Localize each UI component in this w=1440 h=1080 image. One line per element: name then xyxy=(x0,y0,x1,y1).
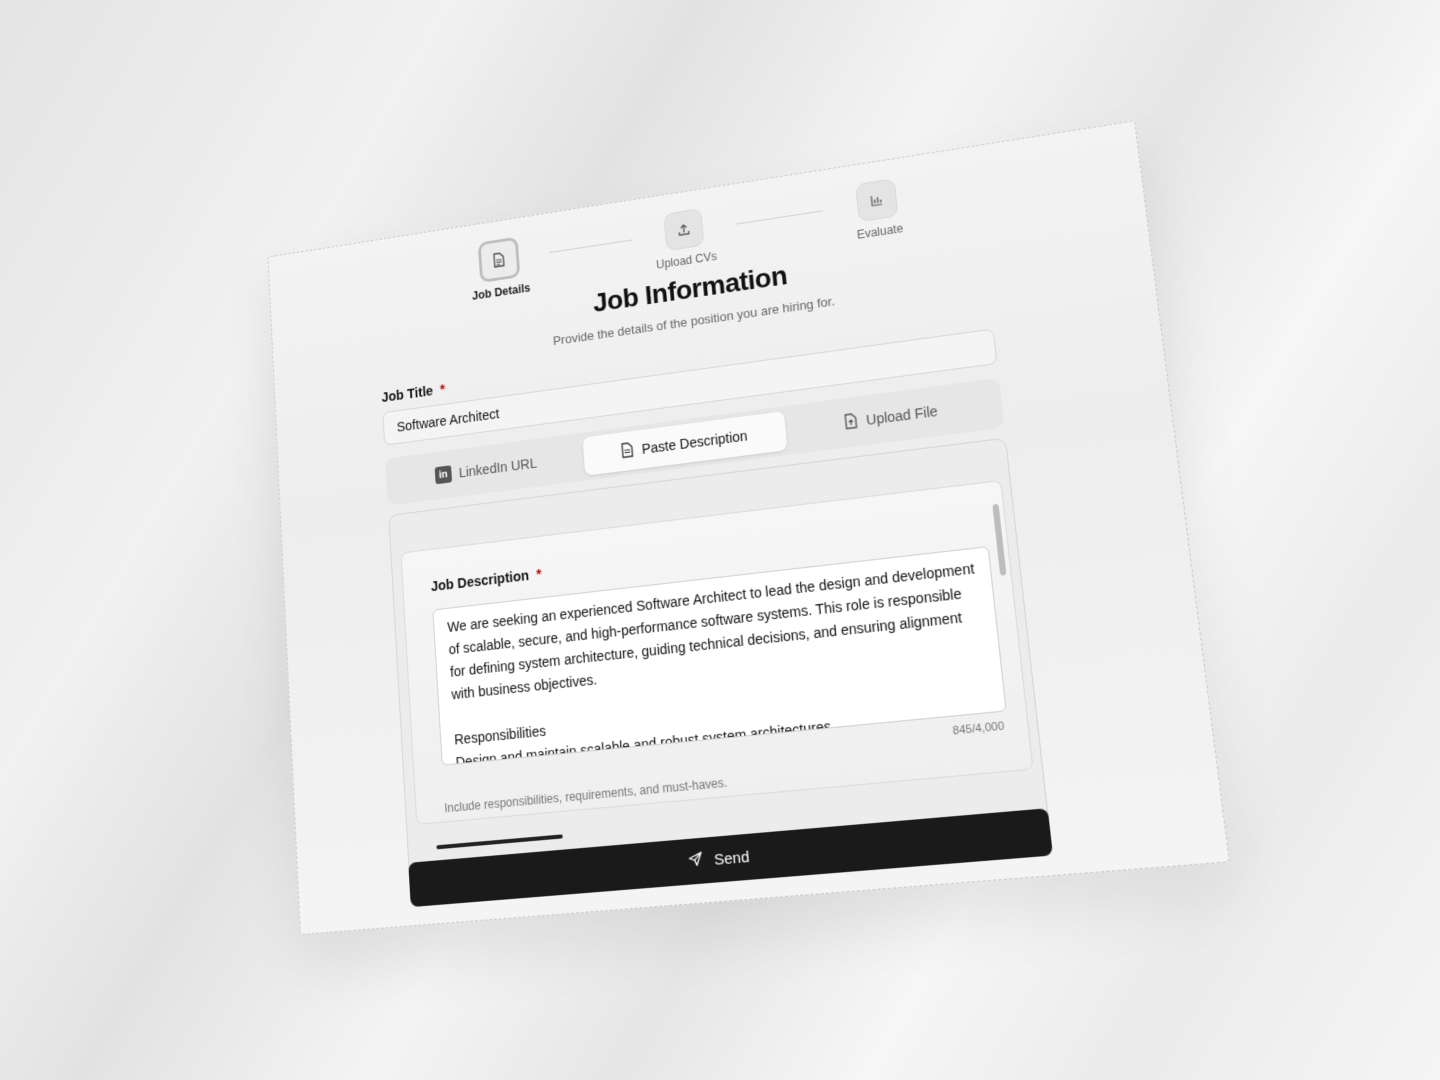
description-card: Job Description * We are seeking an exper… xyxy=(400,479,1034,826)
step-label: Upload CVs xyxy=(655,249,718,272)
step-evaluate[interactable]: Evaluate xyxy=(821,173,935,246)
stage: Job Details Upload CVs Evaluate Job Info… xyxy=(0,0,1440,1080)
tab-label: Paste Description xyxy=(641,427,749,457)
upload-icon xyxy=(663,208,705,252)
tab-paste-description[interactable]: Paste Description xyxy=(582,411,788,476)
step-upload-cvs[interactable]: Upload CVs xyxy=(631,203,740,275)
linkedin-icon: in xyxy=(434,465,453,485)
job-title-label: Job Title * xyxy=(381,381,445,405)
file-upload-icon xyxy=(843,412,859,432)
send-label: Send xyxy=(713,847,751,869)
step-job-details[interactable]: Job Details xyxy=(448,232,552,306)
tab-label: LinkedIn URL xyxy=(458,455,538,481)
character-counter: 845/4,000 xyxy=(952,720,1005,738)
send-icon xyxy=(687,850,705,872)
document-icon xyxy=(477,236,521,283)
job-title-label-text: Job Title xyxy=(381,382,434,405)
progress-fill xyxy=(436,834,564,850)
bar-chart-icon xyxy=(855,178,899,223)
tab-label: Upload File xyxy=(865,402,939,429)
required-mark: * xyxy=(535,565,543,582)
job-form-card: Job Details Upload CVs Evaluate Job Info… xyxy=(267,120,1231,936)
document-icon xyxy=(620,441,635,461)
tab-linkedin-url[interactable]: in LinkedIn URL xyxy=(389,438,585,501)
step-label: Evaluate xyxy=(856,221,904,242)
description-hint: Include responsibilities, requirements, … xyxy=(444,775,728,816)
job-description-label-text: Job Description xyxy=(430,567,530,595)
step-connector xyxy=(549,239,633,254)
textarea-scrollbar[interactable] xyxy=(992,503,1007,576)
tab-upload-file[interactable]: Upload File xyxy=(784,383,1000,450)
step-connector xyxy=(736,210,824,225)
job-description-label: Job Description * xyxy=(430,566,542,594)
required-mark: * xyxy=(439,381,446,397)
